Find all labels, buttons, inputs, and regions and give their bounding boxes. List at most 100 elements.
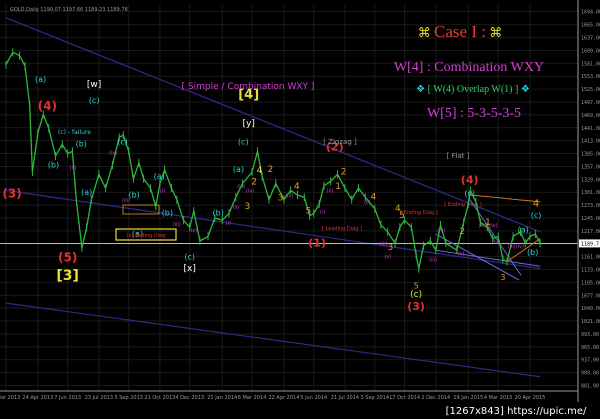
y-tick-label: 1581.00: [581, 61, 600, 67]
wave-label: (a): [81, 188, 92, 197]
wave-label: (c): [410, 290, 422, 300]
y-tick-label: 1049.00: [581, 306, 600, 312]
x-tick-label: 23 Jul 2013: [85, 395, 113, 401]
wave-label: (a): [518, 226, 529, 235]
wave-label: 2: [251, 177, 257, 187]
wave-label: (a): [233, 165, 244, 174]
failure-label: (c) - failure: [58, 129, 91, 136]
y-tick-label: 1077.00: [581, 293, 600, 299]
y-tick-label: 1413.00: [581, 139, 600, 145]
y-tick-label: 1301.00: [581, 190, 600, 196]
x-tick-label: 17 Oct 2014: [389, 395, 420, 401]
minor-wave-label: (iii): [380, 242, 388, 248]
y-tick-label: 1217.00: [581, 229, 600, 235]
wave-label: (c): [117, 137, 128, 146]
overlap-label: [ W(4) Overlap W(1) ]: [428, 84, 519, 95]
zigzag-label: [ Zigzag ]: [323, 138, 357, 146]
wave-label: [3]: [56, 268, 79, 284]
ending-diag-label-3: [ Ending Diag ]: [444, 202, 481, 208]
case-title: ⌘ Case I : ⌘: [418, 22, 502, 41]
minor-wave-label: (iii): [237, 184, 245, 190]
minor-wave-label: (iv): [516, 244, 524, 250]
minor-wave-label: (i): [160, 189, 165, 195]
wave-label: (a): [154, 172, 165, 181]
leading-diag-label: [ Leading Diag ]: [322, 226, 362, 232]
chart-header: GOLD,Daily 1190.07 1197.66 1189.23 1189.…: [10, 7, 128, 13]
x-tick-label: 22 Apr 2014: [268, 395, 299, 401]
wave-label: (5): [58, 251, 77, 265]
wave-label: [w]: [87, 80, 101, 90]
wave-label: (c): [238, 137, 249, 146]
y-tick-label: 1637.00: [581, 36, 600, 42]
wave-label: 2: [341, 167, 347, 177]
y-tick-label: 1273.00: [581, 203, 600, 209]
wave-label: (3): [2, 186, 21, 200]
x-tick-label: 21 Jul 2014: [331, 395, 359, 401]
y-tick-label: 1021.00: [581, 319, 600, 325]
wave-label: (a): [35, 75, 46, 84]
price-chart[interactable]: 1694.00 1665.00 1637.00 1609.00 1581.00 1553.…: [0, 0, 600, 419]
wave-label: 1: [335, 182, 341, 192]
wave-label: 1: [485, 218, 491, 228]
case-suffix-icon: ⌘: [486, 25, 502, 40]
y-tick-label: 1385.00: [581, 152, 600, 158]
current-price-value: 1189.7: [581, 241, 599, 247]
simple-combination-label: [ Simple / Combination WXY ]: [182, 82, 315, 92]
minor-wave-label: (iii): [173, 222, 181, 228]
y-tick-label: 909.00: [581, 371, 599, 377]
y-tick-label: 965.00: [581, 345, 599, 351]
ending-diag-label-1: (v) Ending Diag: [127, 233, 166, 239]
wave-label: (3): [407, 300, 425, 313]
y-tick-label: 1609.00: [581, 48, 600, 54]
minor-wave-label: (iii): [429, 258, 437, 264]
x-tick-label: 8 Mar 2013: [0, 395, 20, 401]
minor-wave-label: (ii): [70, 166, 77, 172]
x-tick-label: 3 Sep 2014: [361, 395, 390, 401]
minor-wave-label: (iv): [246, 189, 254, 195]
flat-label: [ Flat ]: [447, 152, 470, 160]
wave-label: (c): [531, 211, 542, 220]
y-tick-label: 1245.00: [581, 216, 600, 222]
y-tick-label: 1665.00: [581, 23, 600, 29]
y-tick-label: 1133.00: [581, 268, 600, 274]
minor-wave-label: (v): [384, 254, 391, 260]
x-tick-label: 4 Mar 2015: [484, 395, 513, 401]
minor-wave-label: (ii): [327, 189, 334, 195]
wave-label: 4: [533, 198, 539, 209]
minor-wave-label: (v): [457, 251, 464, 257]
x-tick-label: 5 Jun 2014: [300, 395, 327, 401]
y-tick-label: 993.00: [581, 332, 599, 338]
wave-label: (4): [38, 99, 57, 113]
wave-label: (b): [162, 209, 173, 218]
y-tick-label: 1525.00: [581, 87, 600, 93]
wave-label: 4: [294, 182, 300, 192]
wave-label: 3: [500, 273, 505, 282]
y-tick-label: 1694.00: [581, 9, 600, 15]
y-tick-label: 1497.00: [581, 100, 600, 106]
wave-label: (1): [308, 237, 326, 250]
y-tick-label: 1357.00: [581, 164, 600, 170]
minor-wave-label: (iv): [285, 193, 293, 199]
wave-label: (c): [184, 252, 195, 261]
wave-label: 2: [268, 165, 274, 175]
y-tick-label: 1469.00: [581, 113, 600, 119]
x-tick-label: 24 Apr 2013: [22, 395, 53, 401]
y-tick-label: 1329.00: [581, 177, 600, 183]
ending-diag-label-2: [ Ending Diag ]: [400, 210, 437, 216]
minor-wave-label: (iv): [109, 150, 117, 156]
diamond-icon: ❖: [416, 84, 427, 95]
case-label: Case I :: [434, 22, 486, 41]
case-prefix-icon: ⌘: [418, 25, 434, 40]
wave-label: [x]: [184, 264, 196, 274]
minor-wave-label: (v): [493, 239, 500, 245]
x-tick-label: 6 Mar 2014: [238, 395, 267, 401]
x-tick-label: 20 Apr 2015: [515, 395, 546, 401]
watermark: [1267x843] https://upic.me/: [446, 406, 587, 417]
wave-label: 3: [278, 193, 284, 203]
wave-label: [y]: [243, 119, 255, 129]
x-tick-label: 19 Jan 2015: [453, 395, 483, 401]
x-tick-label: 2 Dec 2014: [421, 395, 450, 401]
wave-label: 5: [414, 281, 419, 290]
w4-title: W[4] : Combination WXY: [394, 60, 544, 75]
minor-wave-label: (iii): [508, 244, 516, 250]
